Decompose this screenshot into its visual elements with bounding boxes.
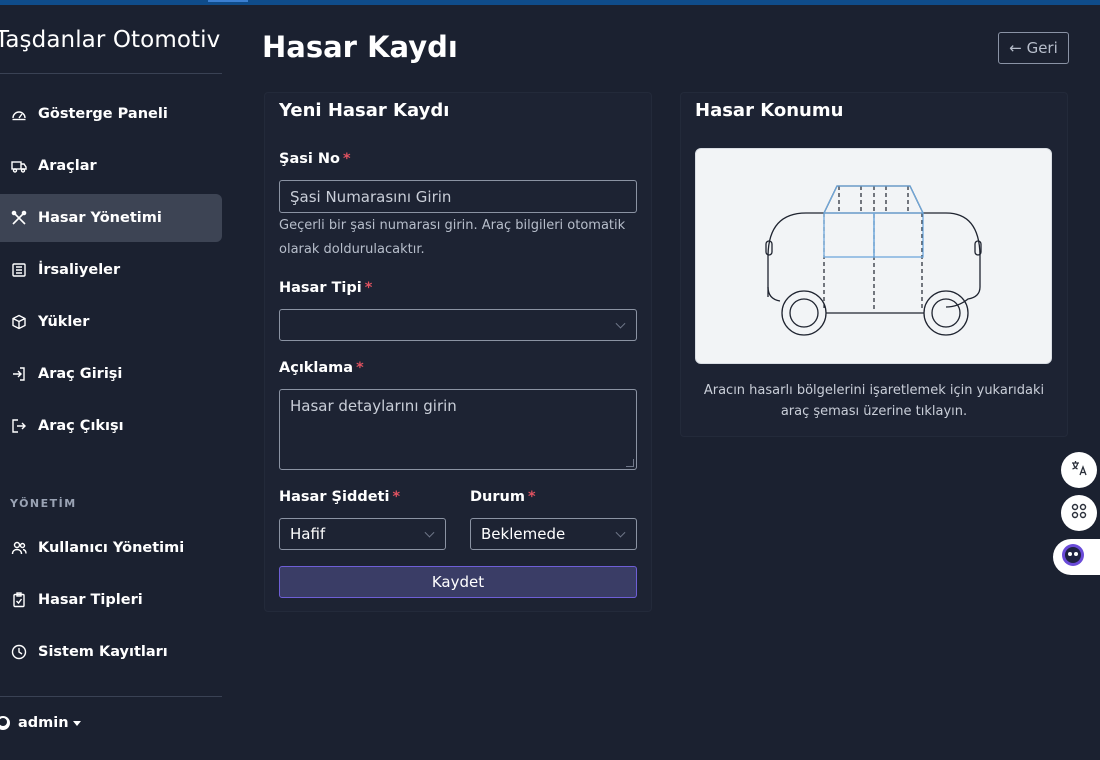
sidebar-item-label: Sistem Kayıtları [38,644,168,660]
chevron-down-icon [615,527,626,538]
status-label: Durum * [470,489,536,505]
damage-type-label: Hasar Tipi * [279,280,372,296]
sidebar-item-loads[interactable]: Yükler [0,298,222,346]
damage-type-label-text: Hasar Tipi [279,280,362,296]
chevron-down-icon [424,527,435,538]
sign-out-icon [10,417,28,435]
apps-icon [1070,502,1088,524]
user-avatar-icon [0,716,10,730]
required-mark: * [392,489,401,505]
box-icon [10,313,28,331]
list-icon [10,261,28,279]
page-title: Hasar Kaydı [262,30,458,64]
gauge-icon [10,105,28,123]
assistant-button[interactable] [1053,539,1100,575]
vehicle-outline-icon [765,185,982,336]
brand-title[interactable]: Taşdanlar Otomotiv [0,27,220,53]
sign-in-icon [10,365,28,383]
sidebar-item-label: Araçlar [38,158,97,174]
sidebar-item-label: Kullanıcı Yönetimi [38,540,185,556]
chassis-placeholder: Şasi Numarasını Girin [290,187,452,206]
sidebar-item-vehicle-entry[interactable]: Araç Girişi [0,350,222,398]
users-icon [10,539,28,557]
sidebar-item-user-management[interactable]: Kullanıcı Yönetimi [0,524,222,572]
user-menu[interactable]: admin [0,715,81,731]
apps-button[interactable] [1061,495,1097,531]
sidebar-item-system-logs[interactable]: Sistem Kayıtları [0,628,222,676]
sidebar-item-vehicles[interactable]: Araçlar [0,142,222,190]
description-label-text: Açıklama [279,360,354,376]
damage-type-select[interactable] [279,309,637,341]
vehicle-diagram[interactable] [695,148,1052,364]
sidebar-divider [0,73,222,74]
description-label: Açıklama * [279,360,364,376]
tools-icon [10,209,28,227]
back-button[interactable]: ← Geri [998,32,1069,64]
sidebar-item-damage-types[interactable]: Hasar Tipleri [0,576,222,624]
severity-label: Hasar Şiddeti * [279,489,400,505]
chassis-label-text: Şasi No [279,151,340,167]
required-mark: * [527,489,536,505]
sidebar-item-dashboard[interactable]: Gösterge Paneli [0,90,222,138]
sidebar-item-label: İrsaliyeler [38,262,121,278]
status-label-text: Durum [470,489,525,505]
sidebar-item-label: Gösterge Paneli [38,106,168,122]
translate-button[interactable] [1061,452,1097,488]
severity-label-text: Hasar Şiddeti [279,489,390,505]
form-title: Yeni Hasar Kaydı [279,100,450,121]
required-mark: * [342,151,351,167]
severity-select[interactable]: Hafif [279,518,446,550]
sidebar-item-damage-management[interactable]: Hasar Yönetimi [0,194,222,242]
description-textarea[interactable]: Hasar detaylarını girin [279,389,637,470]
save-button[interactable]: Kaydet [279,566,637,598]
severity-value: Hafif [290,525,326,543]
required-mark: * [364,280,373,296]
chevron-down-icon [615,318,626,329]
location-title: Hasar Konumu [695,100,844,121]
sidebar: Taşdanlar Otomotiv Gösterge Paneli Araçl… [0,5,222,760]
clipboard-icon [10,591,28,609]
clock-icon [10,643,28,661]
sidebar-item-waybills[interactable]: İrsaliyeler [0,246,222,294]
status-value: Beklemede [481,525,566,543]
diagram-caption: Aracın hasarlı bölgelerini işaretlemek i… [703,383,1045,419]
chassis-input[interactable]: Şasi Numarasını Girin [279,180,637,213]
status-select[interactable]: Beklemede [470,518,637,550]
description-placeholder: Hasar detaylarını girin [290,397,457,415]
sidebar-item-vehicle-exit[interactable]: Araç Çıkışı [0,402,222,450]
top-bar-accent [208,0,248,2]
sidebar-item-label: Araç Girişi [38,366,123,382]
sidebar-divider [0,696,222,697]
sidebar-item-label: Hasar Tipleri [38,592,143,608]
translate-icon [1070,459,1088,481]
chassis-label: Şasi No * [279,151,351,167]
assistant-face-icon [1061,543,1085,571]
section-label-admin: YÖNETİM [10,497,77,510]
sidebar-item-label: Yükler [38,314,90,330]
resize-handle-icon[interactable] [626,459,634,467]
sidebar-item-label: Hasar Yönetimi [38,210,162,226]
user-name: admin [18,715,69,731]
required-mark: * [356,360,364,376]
chassis-help-text: Geçerli bir şasi numarası girin. Araç bi… [279,218,626,257]
caret-down-icon [72,720,81,726]
sidebar-item-label: Araç Çıkışı [38,418,124,434]
truck-icon [10,157,28,175]
